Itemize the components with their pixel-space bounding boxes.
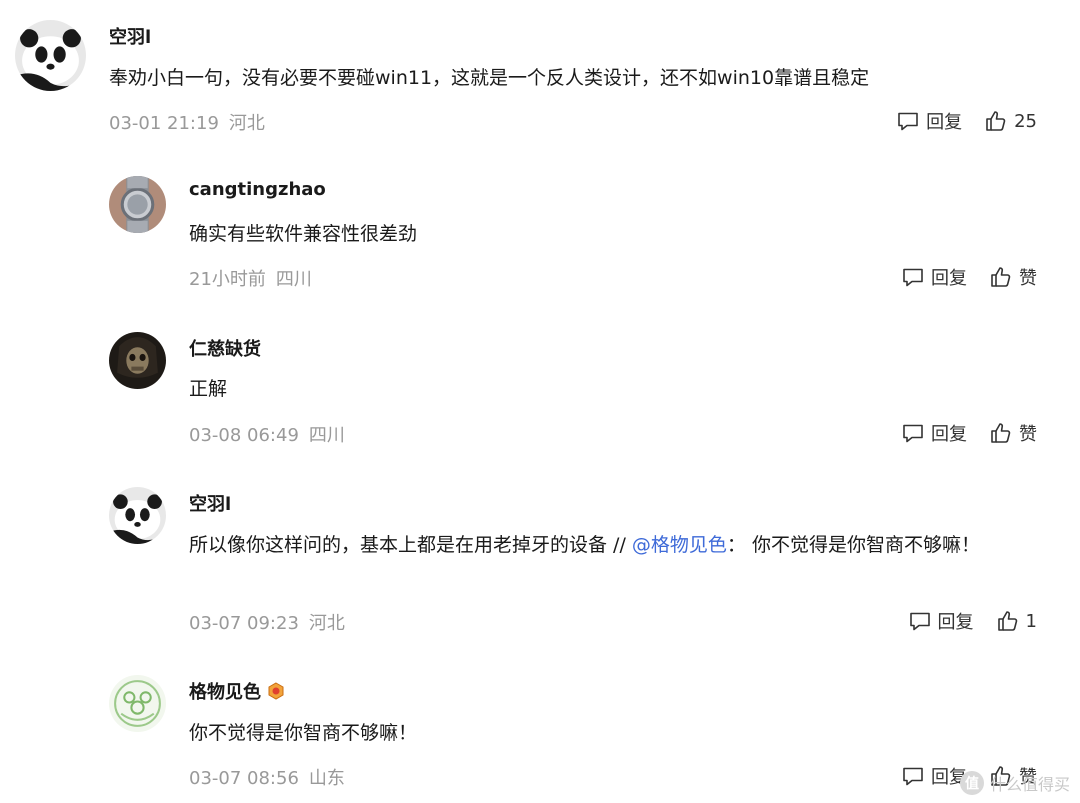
reply-text: 确实有些软件兼容性很差劲 [189, 223, 418, 245]
reply-time: 03-07 09:23 [189, 613, 299, 634]
reply-button[interactable]: 回复 [908, 608, 974, 634]
thumbs-up-icon [991, 267, 1011, 287]
reply-text-before: 所以像你这样问的，基本上都是在用老掉牙的设备 // [189, 534, 632, 556]
green-pattern-avatar-icon [109, 675, 166, 732]
reply-label: 回复 [937, 612, 974, 633]
reply-label: 回复 [926, 112, 963, 133]
reply-meta: 21小时前 四川 [189, 265, 312, 291]
comment-meta: 03-01 21:19 河北 [109, 109, 265, 135]
reply-text: 所以像你这样问的，基本上都是在用老掉牙的设备 // @格物见色： 你不觉得是你智… [189, 528, 1049, 562]
comment-location: 河北 [228, 113, 265, 134]
reply-icon [903, 424, 923, 443]
level-badge-icon [268, 682, 284, 700]
skull-avatar-icon [109, 332, 166, 389]
reply-label: 回复 [931, 424, 967, 445]
comment-time: 03-01 21:19 [109, 113, 219, 134]
like-label: 赞 [1019, 268, 1037, 289]
watermark-logo-icon: 值 [959, 771, 984, 795]
like-button[interactable]: 赞 [989, 264, 1037, 290]
watermark-text: 什么值得买 [989, 775, 1070, 794]
reply-button[interactable]: 回复 [901, 420, 967, 446]
reply-time: 21小时前 [189, 269, 266, 290]
like-count: 25 [1014, 110, 1037, 132]
reply-label: 回复 [931, 268, 967, 289]
reply-location: 山东 [308, 768, 345, 789]
user-avatar[interactable] [109, 332, 166, 389]
reply-button[interactable]: 回复 [901, 264, 967, 290]
reply-text: 你不觉得是你智商不够嘛！ [189, 722, 418, 744]
user-avatar[interactable] [109, 176, 166, 233]
reply-location: 四川 [308, 425, 345, 446]
like-button[interactable]: 25 [984, 109, 1037, 133]
reply-icon [903, 767, 923, 786]
reply-time: 03-08 06:49 [189, 425, 299, 446]
like-button[interactable]: 赞 [989, 420, 1037, 446]
reply-text-after: ： 你不觉得是你智商不够嘛！ [726, 534, 980, 556]
panda-avatar-icon [109, 487, 166, 544]
reply-username-text[interactable]: 格物见色 [189, 682, 261, 703]
reply-meta: 03-07 09:23 河北 [189, 609, 345, 635]
comment-text: 奉劝小白一句，没有必要不要碰win11，这就是一个反人类设计，还不如win10靠… [109, 67, 870, 89]
reply-icon [909, 612, 930, 631]
user-avatar[interactable] [109, 675, 166, 732]
reply-username: 格物见色 [189, 678, 285, 704]
comment-actions: 回复 25 [896, 108, 1037, 134]
mention-link[interactable]: @格物见色 [632, 534, 727, 556]
reply-meta: 03-08 06:49 四川 [189, 421, 345, 447]
reply-username[interactable]: 空羽l [189, 490, 231, 516]
user-avatar[interactable] [15, 20, 86, 91]
reply-button[interactable]: 回复 [901, 763, 967, 789]
reply-icon [903, 268, 923, 287]
reply-location: 四川 [275, 269, 312, 290]
comment-username[interactable]: 空羽l [109, 23, 151, 49]
thumbs-up-icon [997, 611, 1017, 631]
reply-text: 正解 [189, 378, 228, 400]
thumbs-up-icon [991, 423, 1011, 443]
reply-username[interactable]: cangtingzhao [189, 179, 326, 200]
reply-location: 河北 [308, 613, 345, 634]
like-label: 赞 [1019, 424, 1037, 445]
site-watermark: 值 什么值得买 [959, 771, 1070, 795]
reply-button[interactable]: 回复 [896, 108, 962, 134]
reply-actions: 回复 赞 [901, 420, 1037, 446]
user-avatar[interactable] [109, 487, 166, 544]
like-count: 1 [1025, 610, 1037, 632]
reply-username[interactable]: 仁慈缺货 [189, 335, 261, 361]
panda-avatar-icon [15, 20, 86, 91]
reply-time: 03-07 08:56 [189, 768, 299, 789]
reply-actions: 回复 赞 [901, 264, 1037, 290]
reply-actions: 回复 1 [908, 608, 1037, 634]
reply-meta: 03-07 08:56 山东 [189, 764, 345, 790]
like-button[interactable]: 1 [996, 609, 1037, 633]
reply-icon [898, 112, 918, 131]
thumbs-up-icon [986, 111, 1006, 131]
watch-avatar-icon [109, 176, 166, 233]
